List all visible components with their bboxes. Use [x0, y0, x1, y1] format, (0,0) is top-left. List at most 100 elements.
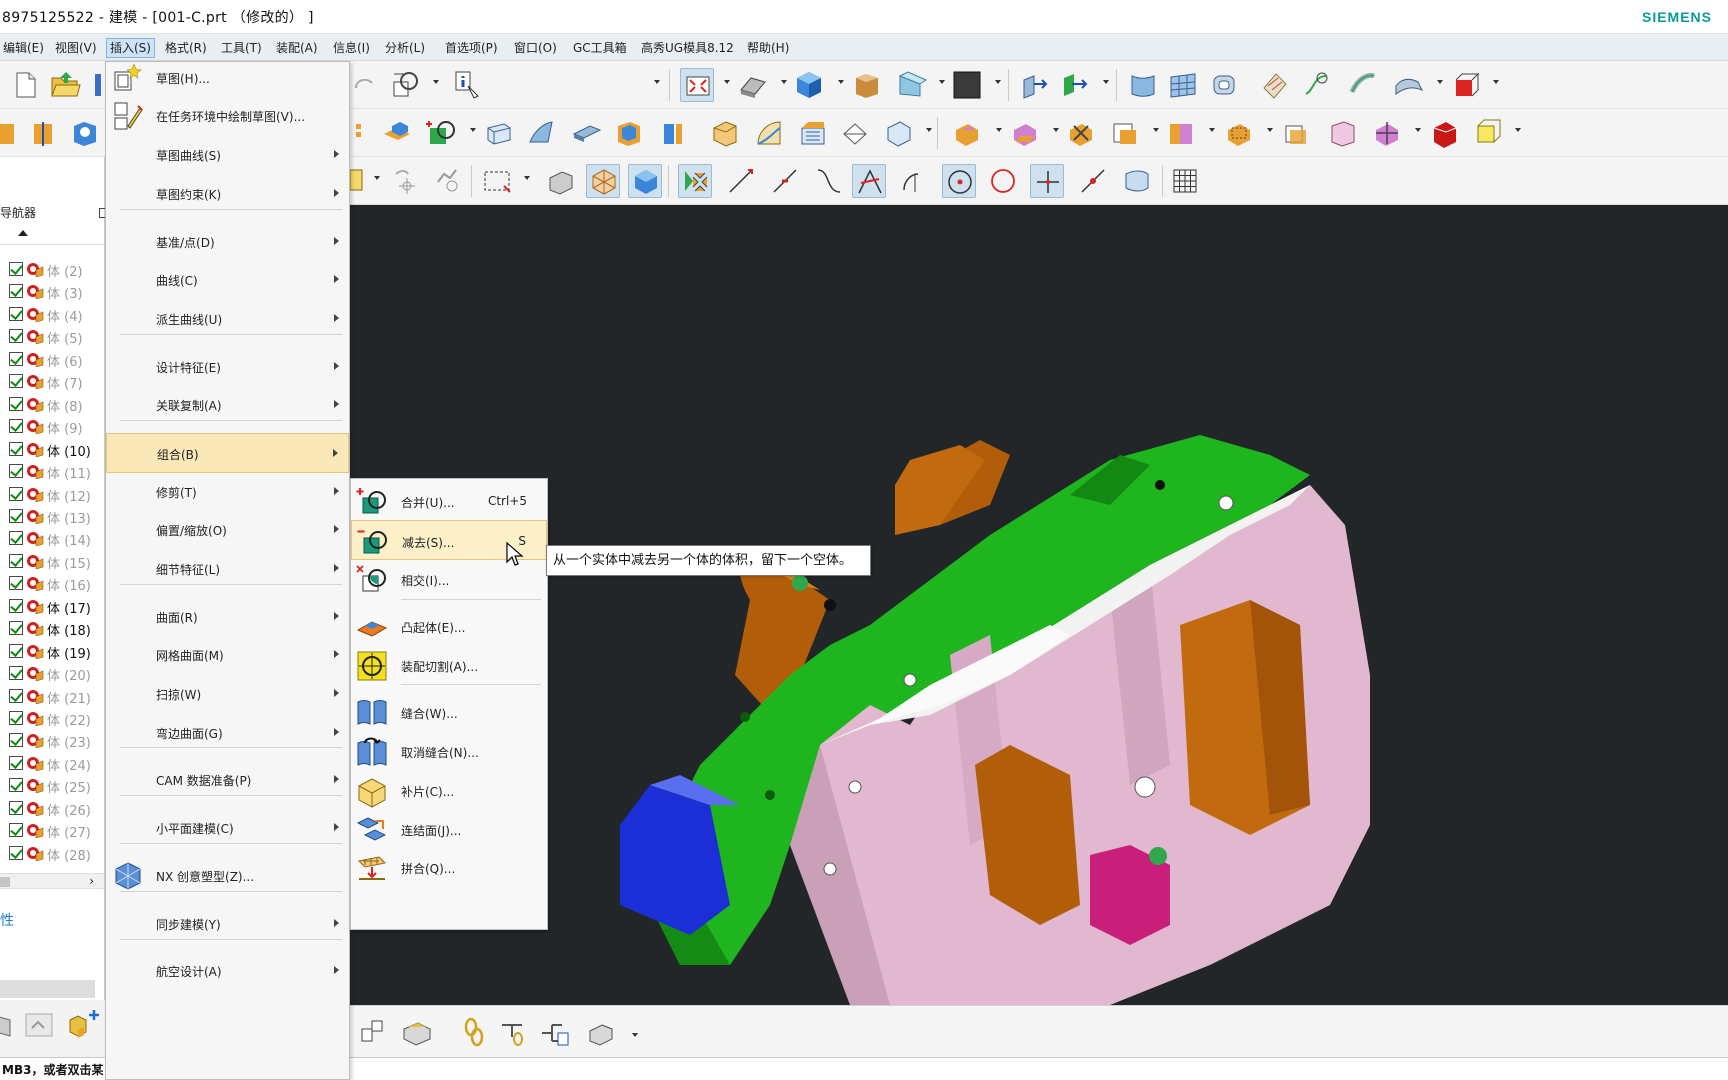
menu-tools[interactable]: 工具(T): [218, 38, 265, 58]
new-file-icon[interactable]: [8, 68, 42, 102]
visibility-checkbox[interactable]: [9, 351, 23, 366]
tree-row[interactable]: 体 (18): [0, 617, 104, 639]
menu-insert[interactable]: 插入(S): [106, 38, 155, 58]
tree-row[interactable]: 体 (11): [0, 460, 104, 482]
mid-point-icon[interactable]: [768, 164, 802, 198]
render-icon[interactable]: [850, 68, 884, 102]
insert-menu-item-19[interactable]: 小平面建模(C): [106, 808, 349, 848]
swept-icon[interactable]: [1346, 68, 1380, 102]
trimmed-sheet-icon[interactable]: [1258, 68, 1292, 102]
combine-item-emboss-body[interactable]: 凸起体(E)...: [351, 606, 547, 646]
law-curve-icon[interactable]: [1300, 68, 1334, 102]
edge-blend-icon[interactable]: [708, 116, 742, 150]
combine-item-quilt[interactable]: 拼合(Q)...: [351, 847, 547, 887]
link-chain-icon[interactable]: [458, 1015, 492, 1049]
insert-menu-item-16[interactable]: 扫掠(W): [106, 674, 349, 714]
draft-icon[interactable]: [796, 116, 830, 150]
delete-face-icon[interactable]: [1064, 116, 1098, 150]
background-color-icon[interactable]: [950, 68, 984, 102]
insert-menu-item-14[interactable]: 曲面(R): [106, 597, 349, 637]
visibility-checkbox[interactable]: [9, 284, 23, 299]
bounding-body-icon[interactable]: [544, 164, 578, 198]
tree-row[interactable]: 体 (5): [0, 325, 104, 347]
visibility-checkbox[interactable]: [9, 531, 23, 546]
visibility-checkbox[interactable]: [9, 621, 23, 636]
insert-menu-item-10[interactable]: 组合(B): [106, 433, 349, 473]
insert-menu-item-21[interactable]: 同步建模(Y): [106, 904, 349, 944]
visibility-checkbox[interactable]: [9, 441, 23, 456]
tree-row[interactable]: 体 (12): [0, 483, 104, 505]
tree-row[interactable]: 体 (3): [0, 280, 104, 302]
offset-surface-icon[interactable]: [1208, 68, 1242, 102]
tree-header[interactable]: [0, 223, 104, 245]
circle-center-icon[interactable]: [942, 164, 976, 198]
view-orient-icon[interactable]: [736, 68, 770, 102]
insert-menu-item-7[interactable]: 派生曲线(U): [106, 299, 349, 339]
point-on-face-icon[interactable]: [1120, 164, 1154, 198]
edge-display-icon[interactable]: [894, 68, 928, 102]
dependency-icon[interactable]: [24, 1010, 56, 1040]
offset-face-icon[interactable]: [656, 116, 690, 150]
surface-icon[interactable]: [1126, 68, 1160, 102]
menu-preferences[interactable]: 首选项(P): [442, 38, 501, 58]
combine-item-unsew[interactable]: 取消缝合(N)...: [351, 731, 547, 771]
menu-help[interactable]: 帮助(H): [744, 38, 792, 58]
tree-row[interactable]: 体 (28): [0, 842, 104, 864]
visibility-checkbox[interactable]: [9, 396, 23, 411]
visibility-checkbox[interactable]: [9, 823, 23, 838]
insert-menu-item-1[interactable]: 草图(H)...: [106, 58, 349, 98]
graphics-viewport[interactable]: [350, 205, 1728, 1005]
visibility-checkbox[interactable]: [9, 464, 23, 479]
tree-row[interactable]: 体 (7): [0, 370, 104, 392]
rectangle-select-icon[interactable]: [480, 164, 514, 198]
mold-model[interactable]: [350, 205, 1728, 1005]
component-select-icon[interactable]: [586, 164, 620, 198]
yellow-box-icon[interactable]: [1470, 116, 1504, 150]
visibility-checkbox[interactable]: [9, 576, 23, 591]
interpart-info-icon[interactable]: [538, 1015, 572, 1049]
feature-point-icon[interactable]: [349, 164, 384, 198]
move-object-icon[interactable]: [1370, 116, 1404, 150]
pattern-face-icon[interactable]: [1280, 116, 1314, 150]
flange-surface-icon[interactable]: [1392, 68, 1426, 102]
snap-point-icon[interactable]: [390, 164, 424, 198]
tree-row[interactable]: 体 (6): [0, 348, 104, 370]
pull-face-icon[interactable]: [1058, 68, 1092, 102]
boss-icon[interactable]: [380, 116, 414, 150]
visibility-checkbox[interactable]: [9, 800, 23, 815]
visibility-checkbox[interactable]: [9, 508, 23, 523]
menu-view[interactable]: 视图(V): [52, 38, 100, 58]
point-on-curve-icon[interactable]: [1076, 164, 1110, 198]
menu-mold-plugin[interactable]: 高秀UG模具8.12: [638, 38, 737, 58]
combine-item-unite[interactable]: 合并(U)... Ctrl+5: [351, 481, 547, 521]
tree-row[interactable]: 体 (8): [0, 393, 104, 415]
menu-information[interactable]: 信息(I): [330, 38, 373, 58]
resize-blend-icon[interactable]: [1164, 116, 1198, 150]
assembly-constraint-icon[interactable]: [356, 1015, 390, 1049]
tree-row[interactable]: 体 (14): [0, 527, 104, 549]
visibility-checkbox[interactable]: [9, 262, 23, 276]
component-array-icon[interactable]: [400, 1015, 434, 1049]
tree-row[interactable]: 体 (15): [0, 550, 104, 572]
tree-row[interactable]: 体 (25): [0, 774, 104, 796]
control-point-icon[interactable]: [812, 164, 846, 198]
visibility-checkbox[interactable]: [9, 486, 23, 501]
thicken-icon[interactable]: [570, 116, 604, 150]
tree-row[interactable]: 体 (21): [0, 685, 104, 707]
menu-gc-toolkit[interactable]: GC工具箱: [570, 38, 630, 58]
trim-body-icon[interactable]: [838, 116, 872, 150]
hole-icon[interactable]: [68, 116, 102, 150]
body-select-icon[interactable]: [628, 164, 662, 198]
open-folder-icon[interactable]: [48, 68, 82, 102]
revolve-icon[interactable]: [26, 116, 60, 150]
visibility-checkbox[interactable]: [9, 778, 23, 793]
tree-row[interactable]: 体 (17): [0, 595, 104, 617]
chevron-right-icon[interactable]: ›: [89, 874, 94, 888]
tree-row[interactable]: 体 (24): [0, 752, 104, 774]
menu-window[interactable]: 窗口(O): [511, 38, 560, 58]
visibility-checkbox[interactable]: [9, 553, 23, 568]
combine-item-patch[interactable]: 补片(C)...: [351, 770, 547, 810]
menu-analysis[interactable]: 分析(L): [382, 38, 428, 58]
end-point-icon[interactable]: [724, 164, 758, 198]
information-icon[interactable]: [450, 68, 484, 102]
